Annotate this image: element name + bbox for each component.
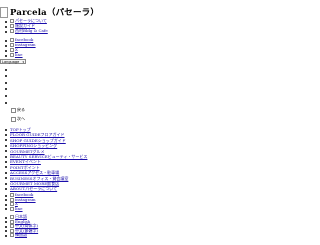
site-header: Parcela（パセーラ）: [0, 6, 99, 18]
carousel-prev-button[interactable]: 戻る: [11, 107, 25, 113]
language-item-ko[interactable]: 韓国語: [0, 233, 38, 238]
line-icon: [10, 206, 14, 211]
chevron-down-icon: ▾: [22, 60, 24, 64]
slider-dot[interactable]: [0, 87, 10, 94]
slider-dot[interactable]: [0, 80, 10, 87]
slider-dot[interactable]: [0, 74, 10, 81]
social-links: facebook instagram X line: [0, 37, 36, 58]
instagram-icon: [10, 197, 14, 202]
social-link-line[interactable]: line: [0, 52, 36, 58]
language-select-value: Language: [2, 60, 20, 64]
slider-dot[interactable]: [0, 100, 10, 107]
flag-icon: [10, 219, 14, 224]
facebook-icon: [10, 38, 14, 42]
slider-dot[interactable]: [0, 93, 10, 100]
facebook-icon: [10, 193, 14, 197]
language-select[interactable]: Language ▾: [0, 59, 26, 64]
slider-dot[interactable]: [0, 67, 10, 74]
x-icon: [10, 48, 14, 52]
main-nav-item[interactable]: ABOUTパセーラについて: [0, 186, 87, 191]
top-nav: パセーラについて 施設ガイド 西村Bldg & Cafe: [0, 18, 48, 34]
arrow-right-icon: [11, 116, 16, 122]
flag-icon: [10, 233, 14, 238]
image-icon: [10, 19, 14, 23]
image-icon: [10, 29, 14, 33]
slider-dots: [0, 67, 10, 107]
logo-image-icon: [0, 6, 8, 18]
site-logo[interactable]: Parcela（パセーラ）: [10, 6, 99, 18]
flag-icon: [10, 224, 14, 229]
image-icon: [10, 24, 14, 28]
footer-social-links: facebook instagram X line: [0, 192, 36, 212]
x-icon: [10, 202, 14, 207]
flag-icon: [10, 228, 14, 233]
footer-social-line[interactable]: line: [0, 206, 36, 212]
flag-icon: [10, 215, 14, 219]
arrow-left-icon: [11, 107, 16, 113]
top-nav-item[interactable]: 西村Bldg & Cafe: [0, 28, 48, 34]
carousel-next-button[interactable]: 次へ: [11, 116, 25, 122]
line-icon: [10, 53, 14, 57]
instagram-icon: [10, 43, 14, 47]
main-nav: TOPトップ FLOOR GUIDEフロアガイド SHOP GUIDEショップガ…: [0, 127, 87, 192]
language-list: 日本語 English 中文(简体字) 中文(繁體字) 韓国語: [0, 214, 38, 238]
